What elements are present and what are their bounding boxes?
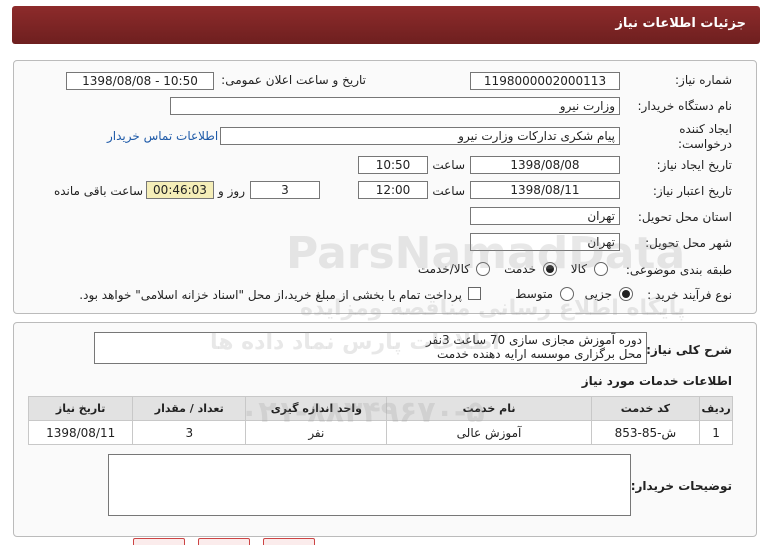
need-number-label: شماره نیاز: <box>675 73 732 87</box>
created-time-label: ساعت <box>432 158 465 172</box>
buyer-contact-link[interactable]: اطلاعات تماس خریدار <box>107 129 218 143</box>
validity-time-label: ساعت <box>432 184 465 198</box>
services-title: اطلاعات خدمات مورد نیاز <box>581 374 732 388</box>
validity-date-label: تاریخ اعتبار نیاز: <box>652 184 732 198</box>
col-date: تاریخ نیاز <box>27 396 134 421</box>
province-label: استان محل تحویل: <box>637 210 732 224</box>
creator-field[interactable]: پیام شکری تدارکات وزارت نیرو <box>220 127 620 145</box>
col-row: ردیف <box>699 396 733 421</box>
buyer-notes-label: توضیحات خریدار: <box>630 479 732 493</box>
days-label: روز و <box>218 184 245 198</box>
province-field[interactable]: تهران <box>470 207 620 225</box>
watermark-line-2: ParsNamadData <box>286 228 686 279</box>
cell-row: 1 <box>699 420 733 445</box>
announce-field[interactable]: 1398/08/08 - 10:50 <box>66 72 214 90</box>
validity-date-field[interactable]: 1398/08/11 <box>470 181 620 199</box>
bottom-button-1[interactable] <box>133 538 185 545</box>
creator-label-2: درخواست: <box>678 137 732 151</box>
watermark-line-3: اطلاعات پارس نماد داده ها <box>210 330 500 355</box>
col-qty: تعداد / مقدار <box>132 396 247 421</box>
remaining-label: ساعت باقی مانده <box>53 184 143 198</box>
announce-label: تاریخ و ساعت اعلان عمومی: <box>221 73 366 87</box>
page-header: جزئیات اطلاعات نیاز <box>12 6 760 44</box>
page-title: جزئیات اطلاعات نیاز <box>615 16 746 31</box>
col-code: کد خدمت <box>590 396 701 421</box>
cell-code: ش-85-853 <box>590 420 701 445</box>
watermark-line-1: پایگاه اطلاع رسانی مناقصه ومزایده <box>300 296 686 321</box>
need-number-field[interactable]: 1198000002000113 <box>470 72 620 90</box>
remaining-time-field: 00:46:03 <box>146 181 214 199</box>
buyer-notes-box <box>108 454 631 516</box>
created-date-field[interactable]: 1398/08/08 <box>470 156 620 174</box>
cell-date: 1398/08/11 <box>27 420 134 445</box>
description-label: شرح کلی نیاز: <box>646 343 732 357</box>
days-field[interactable]: 3 <box>250 181 320 199</box>
validity-time-field[interactable]: 12:00 <box>358 181 428 199</box>
created-date-label: تاریخ ایجاد نیاز: <box>656 158 732 172</box>
bottom-button-3[interactable] <box>263 538 315 545</box>
bottom-button-2[interactable] <box>198 538 250 545</box>
watermark-line-4: ۰۲۱-۸۸۳۴۹۶۷۰-۵ <box>240 395 485 430</box>
creator-label-1: ایجاد کننده <box>679 122 732 136</box>
created-time-field[interactable]: 10:50 <box>358 156 428 174</box>
buyer-org-field[interactable]: وزارت نیرو <box>170 97 620 115</box>
buyer-org-label: نام دستگاه خریدار: <box>637 99 733 113</box>
cell-qty: 3 <box>132 420 247 445</box>
